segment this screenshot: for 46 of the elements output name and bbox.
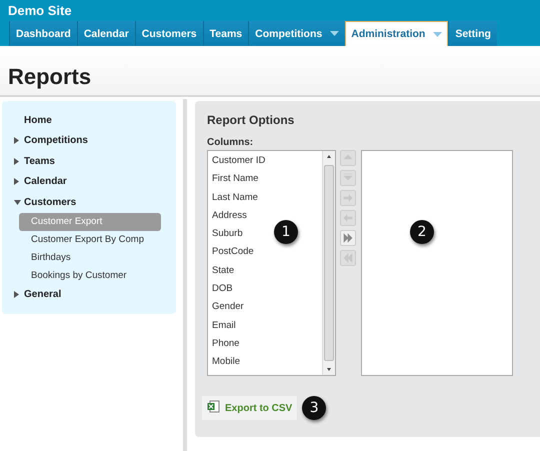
column-option[interactable]: Email <box>212 318 236 336</box>
panel-title: Report Options <box>207 113 296 129</box>
sidebar-item[interactable]: Calendar <box>2 172 176 192</box>
nav-tab[interactable]: Customers <box>134 21 203 46</box>
nav-tab[interactable]: Competitions <box>248 21 346 46</box>
nav-tab[interactable]: Setting <box>448 21 497 46</box>
export-csv-button[interactable]: Export to CSV <box>202 396 298 420</box>
callout-number: 1 <box>274 220 298 244</box>
sidebar-item[interactable]: Customers <box>2 192 176 212</box>
left-arrow-icon <box>342 212 354 224</box>
callout-number: 2 <box>410 220 434 244</box>
sidebar-item[interactable]: Competitions <box>2 130 176 151</box>
move-all-right-button[interactable] <box>340 230 356 246</box>
column-option[interactable]: State <box>212 262 234 282</box>
columns-label: Columns: <box>207 137 254 150</box>
nav-tab[interactable]: Administration <box>345 21 448 46</box>
sidebar-item[interactable]: General <box>2 284 176 305</box>
column-option[interactable]: Last Name <box>212 190 258 208</box>
sidebar-subitem[interactable]: Customer Export By Comp <box>19 230 161 248</box>
page-title: Reports <box>8 64 92 90</box>
column-option[interactable]: Mobile <box>212 354 240 373</box>
expanded-arrow-icon <box>14 200 24 205</box>
column-option[interactable]: First Name <box>212 171 258 190</box>
column-option[interactable]: DOB <box>212 281 233 300</box>
nav-tab[interactable]: Teams <box>202 21 248 46</box>
sidebar-item[interactable]: Home <box>2 110 176 130</box>
callout-number: 3 <box>302 396 326 420</box>
selected-columns-list[interactable]: 2 <box>361 150 513 376</box>
all-left-arrow-icon <box>342 252 354 264</box>
column-option[interactable]: Gender <box>212 299 244 318</box>
column-option[interactable]: Suburb <box>212 226 243 244</box>
all-right-arrow-icon <box>342 232 354 244</box>
scrollbar[interactable] <box>322 151 335 375</box>
column-option[interactable]: Address <box>212 208 247 226</box>
sidebar-item[interactable]: Teams <box>2 151 176 172</box>
sidebar-subitem[interactable]: Bookings by Customer <box>19 266 161 284</box>
sidebar-subitem[interactable]: Birthdays <box>19 248 161 266</box>
nav-tab[interactable]: Calendar <box>76 21 135 46</box>
available-columns-list[interactable]: Customer ID First Name Last Name Address Suburb PostCode State DOB Gender Email Phone Mobile 1 <box>207 150 336 376</box>
site-title: Demo Site <box>7 2 73 18</box>
column-option[interactable]: Phone <box>212 336 240 354</box>
right-arrow-icon <box>342 192 354 204</box>
column-option[interactable]: Customer ID <box>212 153 266 172</box>
scrollbar-thumb[interactable] <box>324 165 334 361</box>
nav-tab[interactable]: Dashboard <box>9 21 77 46</box>
column-option[interactable]: PostCode <box>212 244 254 263</box>
